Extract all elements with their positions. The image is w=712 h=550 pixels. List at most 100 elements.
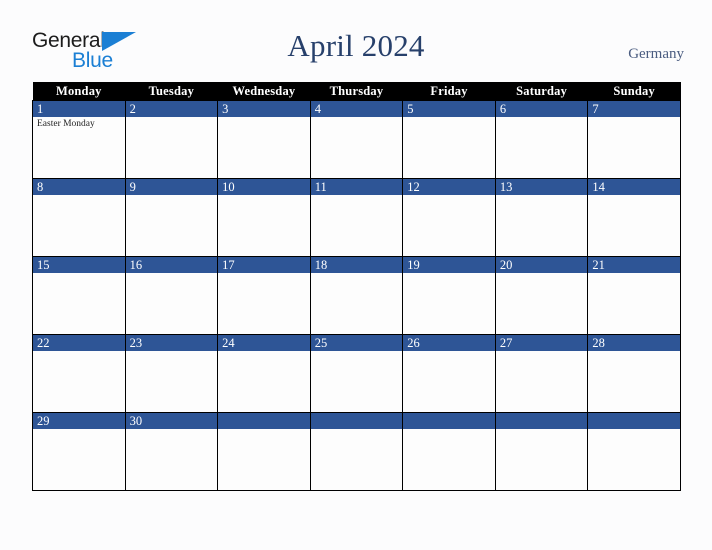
day-number: 16 bbox=[129, 258, 143, 272]
calendar-day-cell-25[interactable]: 25 bbox=[309, 334, 404, 413]
day-number-band: 25 bbox=[310, 335, 403, 351]
calendar-day-cell-27[interactable]: 27 bbox=[494, 334, 589, 413]
day-number-band: 1 bbox=[33, 101, 125, 117]
calendar-day-cell-21[interactable]: 21 bbox=[587, 256, 681, 335]
calendar-day-cell-12[interactable]: 12 bbox=[402, 178, 496, 257]
calendar-day-cell-empty[interactable] bbox=[402, 412, 496, 491]
weekday-header-monday: Monday bbox=[32, 82, 126, 101]
region-label: Germany bbox=[628, 46, 684, 62]
day-cell-inner: 8 bbox=[33, 179, 125, 256]
day-cell-inner bbox=[310, 413, 403, 490]
day-cell-inner: 18 bbox=[310, 257, 403, 334]
day-number: 28 bbox=[592, 336, 605, 350]
calendar-day-cell-4[interactable]: 4 bbox=[309, 100, 404, 179]
day-number-band: 8 bbox=[33, 179, 125, 195]
day-number: 8 bbox=[37, 180, 44, 194]
calendar-day-cell-empty[interactable] bbox=[494, 412, 589, 491]
day-number-band bbox=[310, 413, 403, 429]
day-cell-inner: 21 bbox=[588, 257, 680, 334]
calendar-day-cell-empty[interactable] bbox=[217, 412, 311, 491]
weekday-header-sunday: Sunday bbox=[587, 82, 681, 101]
day-number-band: 17 bbox=[218, 257, 310, 273]
day-number-band: 24 bbox=[218, 335, 310, 351]
day-number: 20 bbox=[499, 258, 513, 272]
day-number-band: 23 bbox=[125, 335, 218, 351]
calendar-day-cell-20[interactable]: 20 bbox=[494, 256, 589, 335]
day-cell-inner: 3 bbox=[218, 101, 310, 178]
calendar-day-cell-11[interactable]: 11 bbox=[309, 178, 404, 257]
day-cell-inner: 4 bbox=[310, 101, 403, 178]
day-number-band: 13 bbox=[495, 179, 588, 195]
calendar-day-cell-empty[interactable] bbox=[309, 412, 404, 491]
day-events: Easter Monday bbox=[33, 117, 125, 130]
day-cell-inner: 17 bbox=[218, 257, 310, 334]
day-number: 22 bbox=[37, 336, 50, 350]
day-number-band: 2 bbox=[125, 101, 218, 117]
calendar-day-cell-10[interactable]: 10 bbox=[217, 178, 311, 257]
day-number-band: 21 bbox=[588, 257, 680, 273]
calendar-header-row: Monday Tuesday Wednesday Thursday Friday Satu… bbox=[32, 82, 681, 101]
weekday-header-friday: Friday bbox=[402, 82, 496, 101]
calendar-day-cell-empty[interactable] bbox=[587, 412, 681, 491]
day-number-band bbox=[495, 413, 588, 429]
day-number: 21 bbox=[592, 258, 605, 272]
calendar-day-cell-23[interactable]: 23 bbox=[124, 334, 219, 413]
day-number: 26 bbox=[407, 336, 420, 350]
day-number: 25 bbox=[314, 336, 328, 350]
calendar-day-cell-5[interactable]: 5 bbox=[402, 100, 496, 179]
day-cell-inner: 5 bbox=[403, 101, 495, 178]
day-number-band bbox=[403, 413, 495, 429]
weekday-header-wednesday: Wednesday bbox=[217, 82, 311, 101]
day-number: 7 bbox=[592, 102, 599, 116]
day-number-band: 11 bbox=[310, 179, 403, 195]
calendar-day-cell-7[interactable]: 7 bbox=[587, 100, 681, 179]
day-number: 27 bbox=[499, 336, 513, 350]
day-number: 4 bbox=[314, 102, 321, 116]
calendar-day-cell-17[interactable]: 17 bbox=[217, 256, 311, 335]
day-cell-inner: 25 bbox=[310, 335, 403, 412]
calendar-day-cell-18[interactable]: 18 bbox=[309, 256, 404, 335]
calendar-day-cell-3[interactable]: 3 bbox=[217, 100, 311, 179]
calendar-day-cell-6[interactable]: 6 bbox=[494, 100, 589, 179]
day-number: 14 bbox=[592, 180, 605, 194]
page-title: April 2024 bbox=[287, 28, 425, 63]
day-cell-inner: 16 bbox=[125, 257, 218, 334]
day-number: 5 bbox=[407, 102, 414, 116]
day-cell-inner: 9 bbox=[125, 179, 218, 256]
day-cell-inner: 19 bbox=[403, 257, 495, 334]
calendar-day-cell-2[interactable]: 2 bbox=[124, 100, 219, 179]
calendar-day-cell-9[interactable]: 9 bbox=[124, 178, 219, 257]
calendar-day-cell-15[interactable]: 15 bbox=[32, 256, 126, 335]
calendar-day-cell-30[interactable]: 30 bbox=[124, 412, 219, 491]
calendar-day-cell-16[interactable]: 16 bbox=[124, 256, 219, 335]
calendar-day-cell-19[interactable]: 19 bbox=[402, 256, 496, 335]
day-cell-inner bbox=[403, 413, 495, 490]
calendar-day-cell-29[interactable]: 29 bbox=[32, 412, 126, 491]
day-number: 30 bbox=[129, 414, 143, 428]
calendar-day-cell-14[interactable]: 14 bbox=[587, 178, 681, 257]
calendar-day-cell-26[interactable]: 26 bbox=[402, 334, 496, 413]
day-number-band: 10 bbox=[218, 179, 310, 195]
day-number: 12 bbox=[407, 180, 420, 194]
day-number-band: 5 bbox=[403, 101, 495, 117]
weekday-header-saturday: Saturday bbox=[495, 82, 588, 101]
calendar-day-cell-13[interactable]: 13 bbox=[494, 178, 589, 257]
day-number-band: 14 bbox=[588, 179, 680, 195]
day-number: 3 bbox=[222, 102, 229, 116]
calendar-week-row: 29 30 bbox=[32, 412, 681, 491]
calendar-day-cell-1[interactable]: 1 Easter Monday bbox=[32, 100, 126, 179]
calendar-day-cell-22[interactable]: 22 bbox=[32, 334, 126, 413]
day-number: 19 bbox=[407, 258, 420, 272]
day-cell-inner: 26 bbox=[403, 335, 495, 412]
day-cell-inner: 30 bbox=[125, 413, 218, 490]
day-number-band: 28 bbox=[588, 335, 680, 351]
calendar-day-cell-28[interactable]: 28 bbox=[587, 334, 681, 413]
calendar-week-row: 22 23 24 25 26 27 28 bbox=[32, 334, 681, 413]
day-number: 23 bbox=[129, 336, 143, 350]
calendar-day-cell-8[interactable]: 8 bbox=[32, 178, 126, 257]
day-number-band: 29 bbox=[33, 413, 125, 429]
calendar-week-row: 15 16 17 18 19 20 21 bbox=[32, 256, 681, 335]
day-number: 2 bbox=[129, 102, 136, 116]
calendar-day-cell-24[interactable]: 24 bbox=[217, 334, 311, 413]
day-number-band: 18 bbox=[310, 257, 403, 273]
